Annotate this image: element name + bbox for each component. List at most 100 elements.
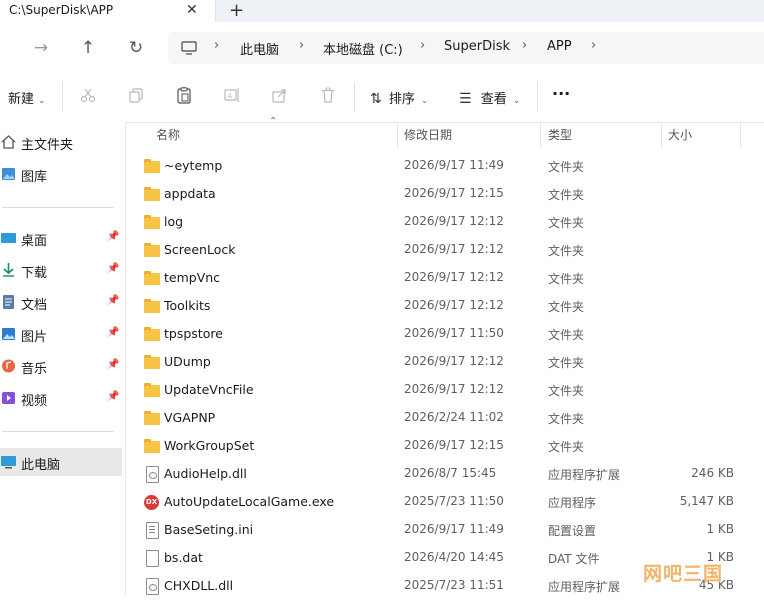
table-row[interactable]: WorkGroupSet 2026/9/17 12:15 文件夹 bbox=[126, 432, 764, 460]
breadcrumb-chevron-icon[interactable]: › bbox=[591, 38, 596, 53]
folder-icon bbox=[144, 439, 160, 453]
file-modified-date: 2026/9/17 12:12 bbox=[404, 298, 504, 312]
sidebar-item-music[interactable]: 音乐 📌 bbox=[0, 352, 122, 380]
table-row[interactable]: log 2026/9/17 12:12 文件夹 bbox=[126, 208, 764, 236]
sidebar-item-label: 图片 bbox=[21, 330, 48, 345]
file-type: 文件夹 bbox=[548, 272, 585, 286]
table-row[interactable]: tpspstore 2026/9/17 11:50 文件夹 bbox=[126, 320, 764, 348]
file-size: 246 KB bbox=[691, 466, 734, 480]
file-size: 1 KB bbox=[706, 522, 734, 536]
rename-icon[interactable]: A bbox=[221, 84, 243, 106]
column-divider[interactable] bbox=[740, 122, 741, 148]
breadcrumb-this-pc[interactable]: 此电脑 bbox=[240, 39, 279, 58]
sort-button-label: 排序 bbox=[388, 92, 415, 107]
view-button[interactable]: ☰ 查看 ⌄ bbox=[459, 88, 520, 107]
table-row[interactable]: tempVnc 2026/9/17 12:12 文件夹 bbox=[126, 264, 764, 292]
table-row[interactable]: VGAPNP 2026/2/24 11:02 文件夹 bbox=[126, 404, 764, 432]
music-icon bbox=[2, 359, 15, 373]
sort-button[interactable]: ⇅ 排序 ⌄ bbox=[370, 88, 429, 107]
file-modified-date: 2026/9/17 12:12 bbox=[404, 270, 504, 284]
paste-icon[interactable] bbox=[173, 84, 195, 106]
new-button-label: 新建 bbox=[8, 92, 35, 107]
tab-app-folder[interactable]: C:\SuperDisk\APP ✕ bbox=[0, 0, 216, 22]
breadcrumb-app[interactable]: APP bbox=[547, 39, 572, 54]
column-divider[interactable] bbox=[540, 122, 541, 148]
divider bbox=[62, 82, 63, 112]
file-type: 文件夹 bbox=[548, 356, 585, 370]
sidebar-item-gallery[interactable]: 图库 bbox=[0, 160, 122, 188]
column-divider[interactable] bbox=[661, 122, 662, 148]
file-list: ⌃ 名称 修改日期 类型 大小 ~eytemp 2026/9/17 11:49 文件… bbox=[126, 116, 764, 595]
folder-icon bbox=[144, 383, 160, 397]
address-bar[interactable]: › 此电脑 › 本地磁盘 (C:) › SuperDisk › APP › bbox=[168, 32, 764, 64]
share-icon[interactable] bbox=[269, 84, 291, 106]
new-button[interactable]: 新建 ⌄ bbox=[8, 88, 46, 107]
column-divider[interactable] bbox=[397, 122, 398, 148]
up-arrow-icon[interactable]: ↑ bbox=[76, 36, 100, 60]
pin-icon[interactable]: 📌 bbox=[107, 295, 119, 306]
pin-icon[interactable]: 📌 bbox=[107, 231, 119, 242]
more-options-icon[interactable]: ··· bbox=[552, 84, 570, 103]
cut-icon[interactable] bbox=[77, 84, 99, 106]
table-row[interactable]: ~eytemp 2026/9/17 11:49 文件夹 bbox=[126, 152, 764, 180]
sidebar-item-downloads[interactable]: 下载 📌 bbox=[0, 256, 122, 284]
pin-icon[interactable]: 📌 bbox=[107, 263, 119, 274]
table-row[interactable]: BaseSeting.ini 2026/9/17 11:49 配置设置 1 KB bbox=[126, 516, 764, 544]
file-name: WorkGroupSet bbox=[164, 438, 255, 453]
sidebar-item-pictures[interactable]: 图片 📌 bbox=[0, 320, 122, 348]
sidebar-item-label: 主文件夹 bbox=[21, 138, 74, 153]
copy-icon[interactable] bbox=[125, 84, 147, 106]
file-type: 文件夹 bbox=[548, 384, 585, 398]
pin-icon[interactable]: 📌 bbox=[107, 391, 119, 402]
sidebar-item-videos[interactable]: 视频 📌 bbox=[0, 384, 122, 412]
forward-arrow-icon[interactable]: → bbox=[29, 36, 53, 60]
table-row[interactable]: ScreenLock 2026/9/17 12:12 文件夹 bbox=[126, 236, 764, 264]
refresh-icon[interactable]: ↻ bbox=[124, 36, 148, 60]
file-type: 应用程序扩展 bbox=[548, 468, 621, 482]
new-tab-icon[interactable]: + bbox=[229, 0, 244, 21]
file-type: 文件夹 bbox=[548, 412, 585, 426]
breadcrumb-superdisk[interactable]: SuperDisk bbox=[444, 39, 510, 54]
table-row[interactable]: UpdateVncFile 2026/9/17 12:12 文件夹 bbox=[126, 376, 764, 404]
view-button-label: 查看 bbox=[480, 92, 507, 107]
sidebar-item-label: 桌面 bbox=[21, 234, 48, 249]
sidebar-item-this-pc[interactable]: 此电脑 bbox=[0, 448, 122, 476]
tab-title: C:\SuperDisk\APP bbox=[9, 3, 114, 17]
pin-icon[interactable]: 📌 bbox=[107, 359, 119, 370]
folder-icon bbox=[144, 243, 160, 257]
folder-icon bbox=[144, 215, 160, 229]
divider bbox=[354, 82, 355, 112]
sidebar-item-label: 此电脑 bbox=[21, 458, 61, 473]
pin-icon[interactable]: 📌 bbox=[107, 327, 119, 338]
file-modified-date: 2025/7/23 11:51 bbox=[404, 578, 504, 592]
file-type: 文件夹 bbox=[548, 328, 585, 342]
breadcrumb-local-disk[interactable]: 本地磁盘 (C:) bbox=[323, 39, 403, 58]
sidebar-item-documents[interactable]: 文档 📌 bbox=[0, 288, 122, 316]
file-name: UpdateVncFile bbox=[164, 382, 254, 397]
folder-icon bbox=[144, 355, 160, 369]
sidebar-item-desktop[interactable]: 桌面 📌 bbox=[0, 224, 122, 252]
table-row[interactable]: Toolkits 2026/9/17 12:12 文件夹 bbox=[126, 292, 764, 320]
delete-icon[interactable] bbox=[317, 84, 339, 106]
table-row[interactable]: appdata 2026/9/17 12:15 文件夹 bbox=[126, 180, 764, 208]
navigation-bar: → ↑ ↻ › 此电脑 › 本地磁盘 (C:) › SuperDisk › AP… bbox=[0, 22, 764, 74]
divider bbox=[2, 431, 114, 432]
tab-bar: C:\SuperDisk\APP ✕ + bbox=[0, 0, 764, 22]
column-header-date[interactable]: 修改日期 bbox=[404, 126, 452, 143]
file-modified-date: 2025/7/23 11:50 bbox=[404, 494, 504, 508]
dat-file-icon bbox=[144, 550, 160, 567]
file-name: UDump bbox=[164, 354, 211, 369]
table-row[interactable]: UDump 2026/9/17 12:12 文件夹 bbox=[126, 348, 764, 376]
column-header-name[interactable]: 名称 bbox=[156, 126, 180, 143]
table-row[interactable]: AudioHelp.dll 2026/8/7 15:45 应用程序扩展 246 KB bbox=[126, 460, 764, 488]
folder-icon bbox=[144, 411, 160, 425]
column-header-size[interactable]: 大小 bbox=[668, 126, 692, 143]
sidebar-item-home[interactable]: 主文件夹 bbox=[0, 128, 122, 156]
file-name: VGAPNP bbox=[164, 410, 216, 425]
table-row[interactable]: DX AutoUpdateLocalGame.exe 2025/7/23 11:50… bbox=[126, 488, 764, 516]
file-name: appdata bbox=[164, 186, 216, 201]
close-tab-icon[interactable]: ✕ bbox=[186, 2, 198, 18]
sort-indicator-icon: ⌃ bbox=[269, 116, 278, 127]
column-header-type[interactable]: 类型 bbox=[548, 126, 572, 143]
chevron-down-icon: ⌄ bbox=[421, 96, 429, 106]
